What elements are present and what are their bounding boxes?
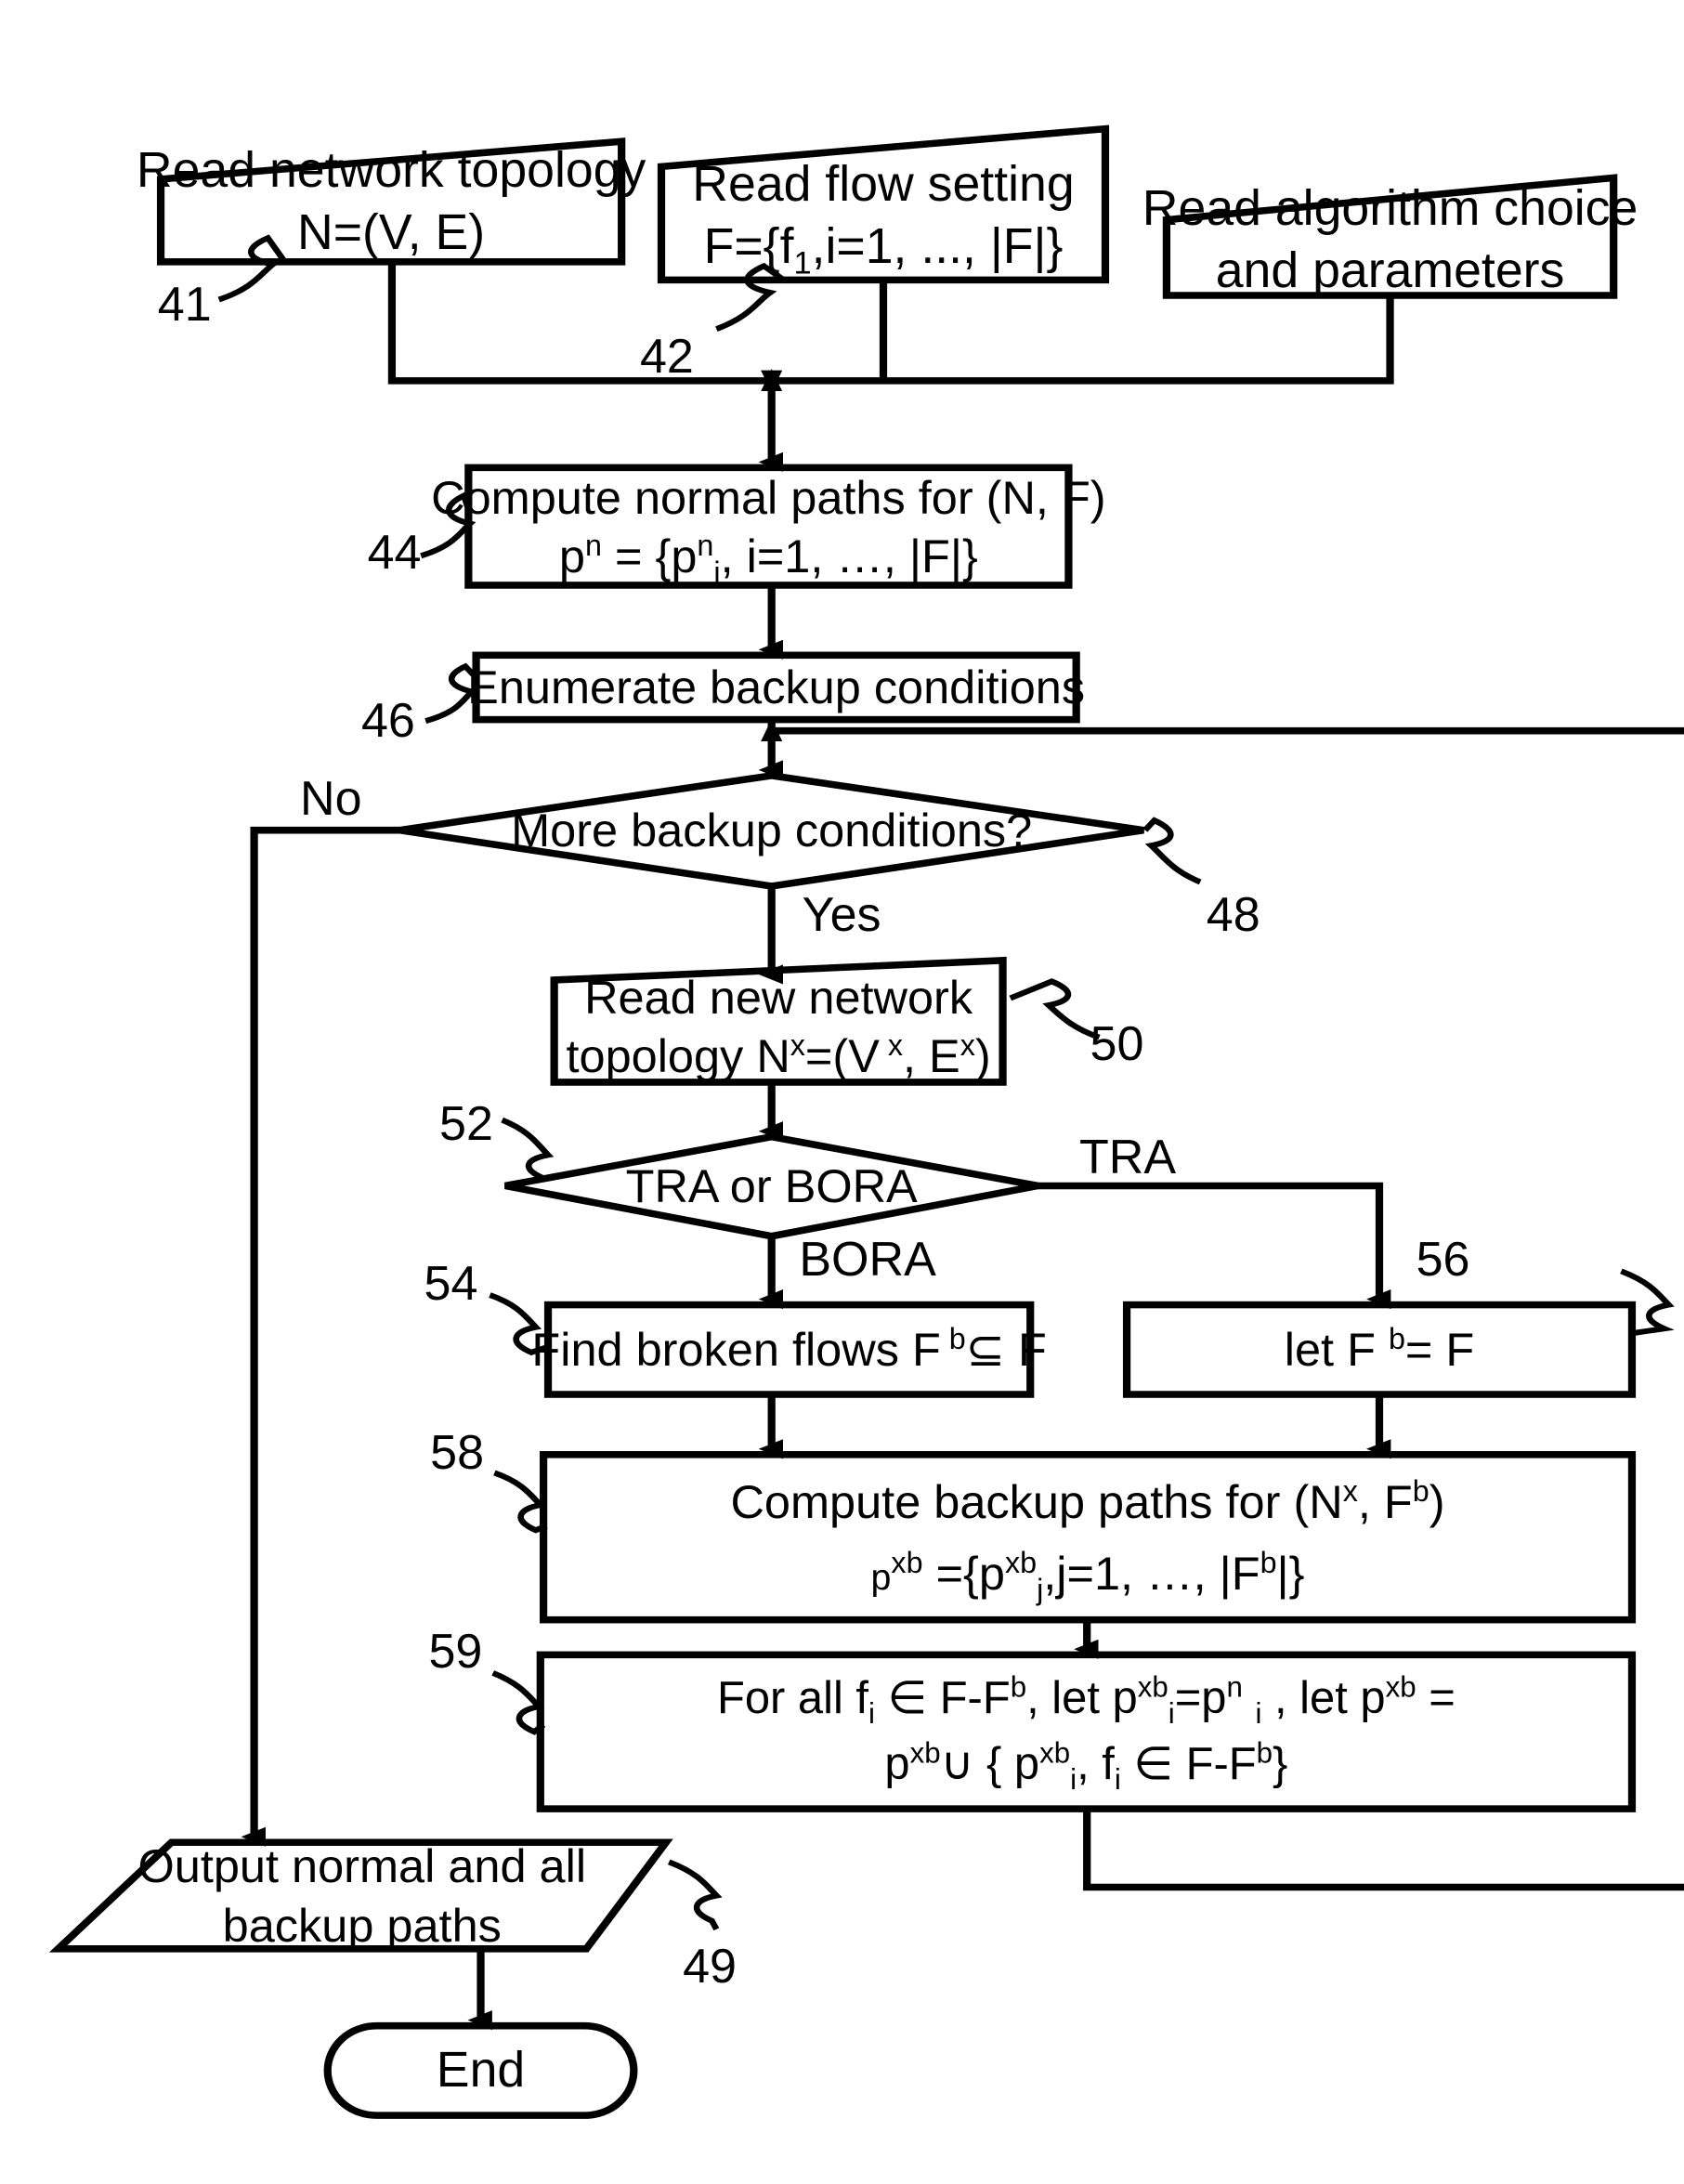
ref-numeral-50: 50 (1090, 1017, 1144, 1072)
node-find-broken-shape (543, 1301, 1035, 1398)
ref-numeral-58: 58 (430, 1426, 485, 1481)
leader-59 (491, 1670, 546, 1735)
flowchart-page: Read network topology N=(V, E) 41 Read f… (0, 0, 1684, 2184)
edge-tra-branch (1038, 1182, 1391, 1310)
leader-46 (424, 662, 479, 725)
node-compute-normal-shape (464, 464, 1073, 589)
ref-numeral-41: 41 (157, 278, 212, 333)
edge-label-bora: BORA (799, 1233, 936, 1288)
edge-label-tra: TRA (1078, 1131, 1177, 1185)
node-read-flow-shape (657, 124, 1110, 284)
leader-54 (489, 1292, 550, 1356)
ref-numeral-59: 59 (428, 1625, 483, 1680)
ref-numeral-52: 52 (439, 1097, 493, 1152)
leader-49 (667, 1859, 723, 1931)
leader-44 (420, 491, 476, 559)
leader-58 (493, 1470, 548, 1534)
node-compute-backup-shape (539, 1451, 1637, 1624)
leader-50 (1009, 978, 1101, 1040)
flowchart-canvas (48, 124, 1684, 2119)
leader-42 (715, 262, 786, 332)
node-output-shape (48, 1838, 673, 1953)
node-read-topology-shape (156, 137, 626, 266)
node-end-shape (323, 2021, 638, 2119)
node-let-fb-shape (1122, 1301, 1637, 1398)
edge-algorithm-to-junction (761, 294, 1394, 392)
node-tra-bora-shape (504, 1132, 1039, 1240)
node-more-backup-shape (398, 772, 1144, 890)
edge-no-branch (241, 826, 400, 1847)
node-enumerate-shape (472, 651, 1080, 724)
leader-48 (1142, 817, 1202, 885)
node-for-all-shape (536, 1651, 1637, 1812)
node-read-new-topology-shape (550, 956, 1007, 1086)
edge-label-no: No (300, 772, 362, 827)
ref-numeral-44: 44 (367, 526, 422, 581)
ref-numeral-48: 48 (1206, 888, 1260, 943)
leader-52 (501, 1117, 556, 1187)
ref-numeral-56: 56 (1416, 1233, 1470, 1288)
edge-label-yes: Yes (802, 888, 881, 943)
ref-numeral-42: 42 (639, 330, 694, 385)
edge-forall-to-loopback (1083, 1809, 1684, 1891)
ref-numeral-54: 54 (424, 1256, 478, 1311)
ref-numeral-46: 46 (360, 693, 415, 748)
node-read-algorithm-shape (1162, 174, 1618, 299)
ref-numeral-49: 49 (683, 1940, 737, 1994)
leader-41 (217, 234, 288, 303)
